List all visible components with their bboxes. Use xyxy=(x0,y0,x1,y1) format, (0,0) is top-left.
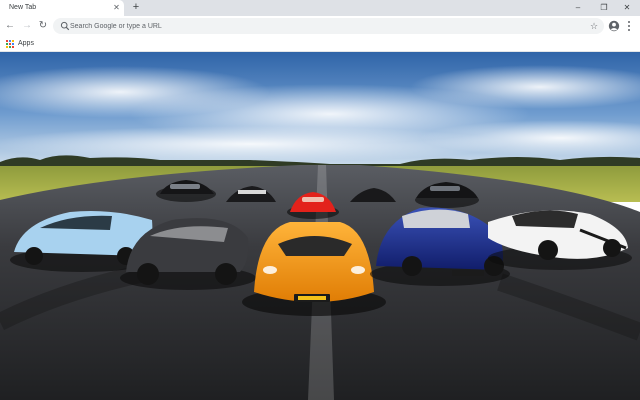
arrow-left-icon[interactable]: ← xyxy=(3,19,17,33)
account-circle-icon[interactable] xyxy=(608,20,620,32)
arrow-right-icon[interactable]: → xyxy=(20,19,34,33)
toolbar: ← → ↻ ☆ xyxy=(0,16,640,36)
reload-icon[interactable]: ↻ xyxy=(36,19,50,33)
omnibox[interactable]: ☆ xyxy=(53,18,604,34)
tab-new-tab[interactable]: New Tab ✕ xyxy=(0,0,124,16)
apps-grid-icon xyxy=(6,40,14,48)
wallpaper-illustration xyxy=(0,52,640,400)
bookmarks-bar: Apps xyxy=(0,36,640,52)
google-g-icon xyxy=(60,21,70,31)
minimize-icon[interactable]: – xyxy=(565,0,591,16)
close-icon[interactable]: ✕ xyxy=(111,2,122,13)
star-icon[interactable]: ☆ xyxy=(588,19,600,33)
kebab-menu-icon[interactable] xyxy=(624,19,634,33)
tab-title: New Tab xyxy=(9,4,37,11)
wallpaper-image xyxy=(0,52,640,400)
tab-strip: New Tab ✕ + – ❐ ✕ xyxy=(0,0,640,16)
plus-icon[interactable]: + xyxy=(130,1,142,14)
omnibox-input[interactable] xyxy=(70,18,570,34)
window-close-icon[interactable]: ✕ xyxy=(614,0,640,16)
apps-label: Apps xyxy=(18,40,34,47)
